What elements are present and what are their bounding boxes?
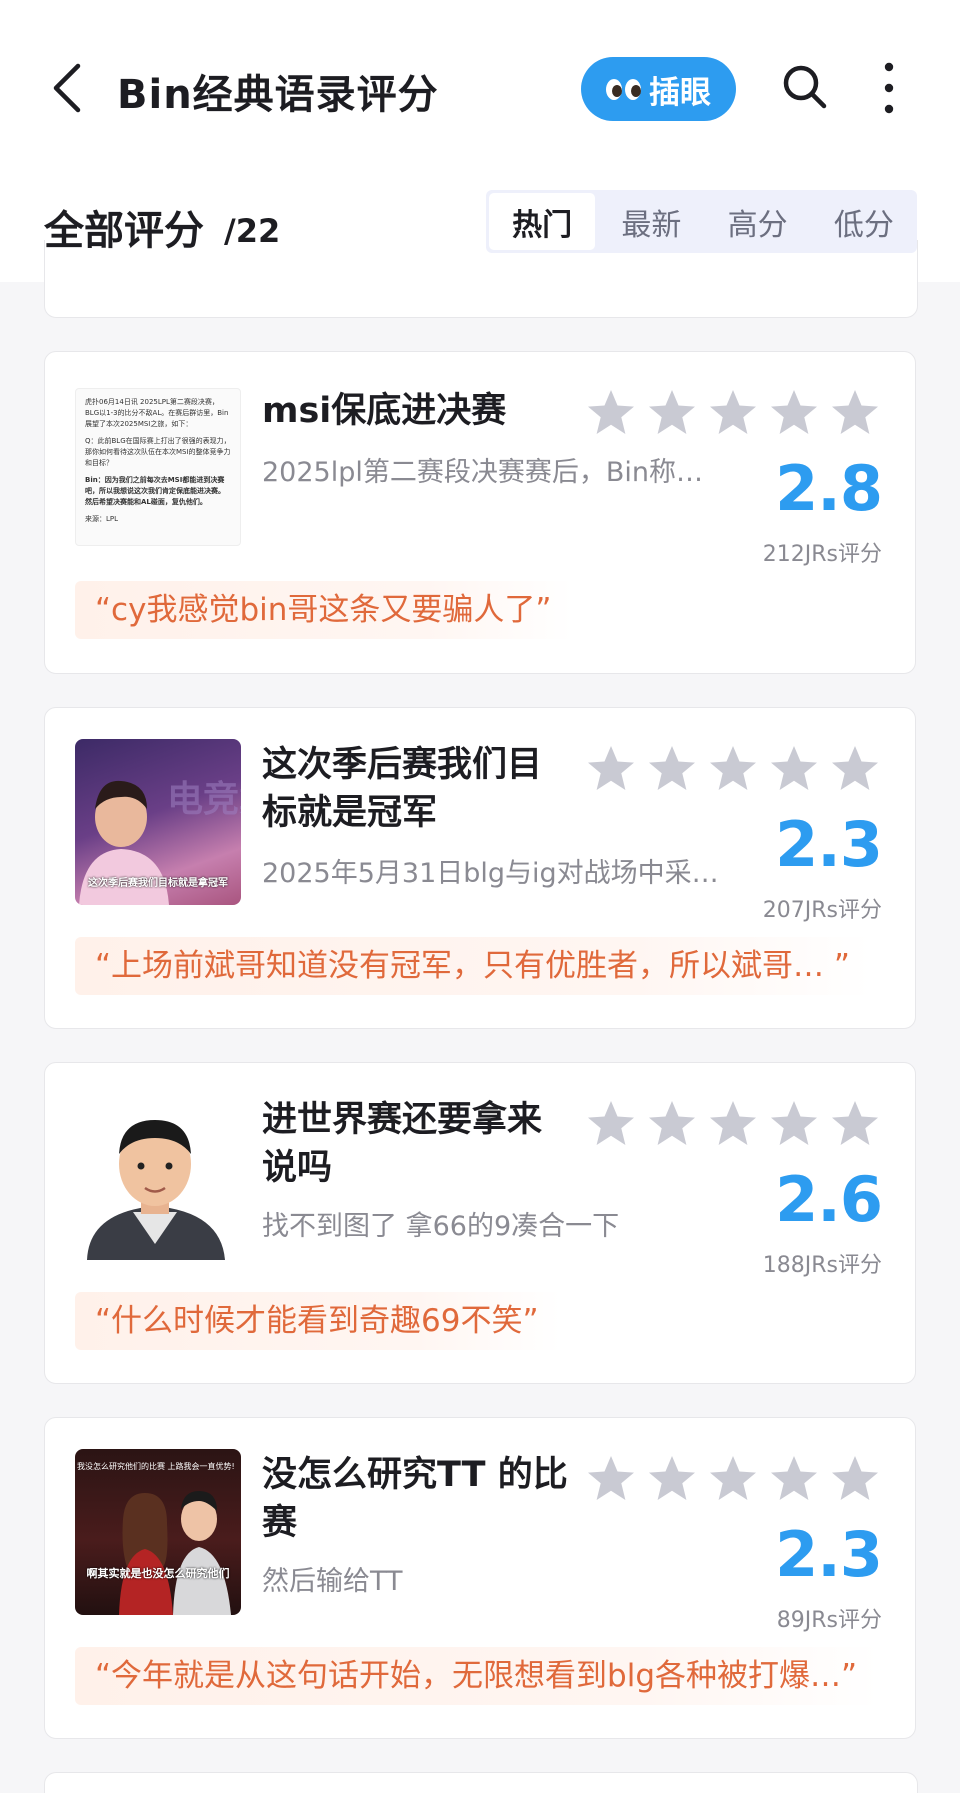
card-thumbnail: 电竞巅 这次季后赛我们目标就是拿冠军 xyxy=(75,739,241,905)
page-title: Bin经典语录评分 xyxy=(117,72,439,118)
interview-photo xyxy=(119,1491,231,1615)
star-icon[interactable] xyxy=(647,1099,697,1149)
top-comment[interactable]: “cy我感觉bin哥这条又要骗人了” xyxy=(75,581,574,639)
average-score: 2.6 xyxy=(775,1163,883,1236)
star-icon[interactable] xyxy=(769,744,819,794)
star-icon[interactable] xyxy=(586,1454,636,1504)
star-icon[interactable] xyxy=(708,1454,758,1504)
card-description: 2025lpl第二赛段决赛赛后，Bin称… xyxy=(262,457,703,488)
card-title: 这次季后赛我们目标就是冠军 xyxy=(262,745,543,833)
top-comment[interactable]: “什么时候才能看到奇趣69不笑” xyxy=(75,1292,561,1350)
peek-button[interactable]: 插眼 xyxy=(581,57,736,121)
quote-card[interactable]: 电竞巅 这次季后赛我们目标就是拿冠军 这次季后赛我们目标就是冠军 2025年5月… xyxy=(44,707,916,1029)
top-bar: Bin经典语录评分 插眼 xyxy=(0,0,960,160)
card-description: 2025年5月31日blg与ig对战场中采… xyxy=(262,858,719,889)
search-icon xyxy=(783,65,827,109)
top-comment[interactable]: “今年就是从这句话开始，无限想看到blg各种被打爆…” xyxy=(75,1647,880,1705)
average-score: 2.3 xyxy=(775,808,883,881)
more-vertical-icon xyxy=(884,62,894,114)
star-icon[interactable] xyxy=(586,388,636,438)
search-button[interactable] xyxy=(780,62,830,112)
quote-card[interactable]: 虎扑06月14日讯 2025LPL第二赛段决赛，BLG以1-3的比分不敌AL。在… xyxy=(44,351,916,674)
card-description: 然后输给TT xyxy=(262,1566,403,1597)
thumb-text-2: Q：此前BLG在国际赛上打出了很强的表现力，那你如何看待这次队伍在本次MSI的整… xyxy=(85,437,231,467)
star-rating[interactable] xyxy=(586,1454,880,1504)
card-description: 找不到图了 拿66的9凑合一下 xyxy=(262,1211,620,1242)
player-photo xyxy=(87,1120,225,1260)
star-icon[interactable] xyxy=(586,1099,636,1149)
top-comment[interactable]: “上场前斌哥知道没有冠军，只有优胜者，所以斌哥… ” xyxy=(75,937,872,995)
rating-count: 212JRs评分 xyxy=(762,542,882,567)
star-icon[interactable] xyxy=(647,388,697,438)
card-title: 进世界赛还要拿来说吗 xyxy=(262,1100,543,1188)
star-icon[interactable] xyxy=(769,388,819,438)
next-card-stub xyxy=(44,1772,918,1793)
rating-total-count: /22 xyxy=(224,212,281,250)
star-icon[interactable] xyxy=(830,744,880,794)
peek-label: 插眼 xyxy=(649,74,711,111)
thumb-text-4: 来源：LPL xyxy=(85,515,119,523)
tab-low-score[interactable]: 低分 xyxy=(811,190,917,253)
thumb-text-3: Bin：因为我们之前每次去MSI都能进到决赛吧，所以我想说这次我们肯定保底能进决… xyxy=(85,476,225,506)
tab-newest[interactable]: 最新 xyxy=(598,190,704,253)
star-icon[interactable] xyxy=(647,1454,697,1504)
section-title: 全部评分 xyxy=(44,208,204,254)
svg-text:电竞巅: 电竞巅 xyxy=(167,779,241,820)
quote-card[interactable]: 进世界赛还要拿来说吗 找不到图了 拿66的9凑合一下 2.6 188JRs评分 … xyxy=(44,1062,916,1384)
card-thumbnail: 虎扑06月14日讯 2025LPL第二赛段决赛，BLG以1-3的比分不敌AL。在… xyxy=(75,388,241,546)
star-icon[interactable] xyxy=(586,744,636,794)
card-thumbnail xyxy=(75,1094,241,1260)
more-button[interactable] xyxy=(874,60,904,116)
thumb-caption: 啊其实就是也没怎么研究他们 xyxy=(86,1567,230,1580)
star-rating[interactable] xyxy=(586,388,880,438)
star-rating[interactable] xyxy=(586,1099,880,1149)
star-icon[interactable] xyxy=(708,744,758,794)
thumb-top-text: 我没怎么研究他们的比赛 上路我会一直优势! xyxy=(77,1462,235,1471)
star-icon[interactable] xyxy=(830,1454,880,1504)
eyes-icon xyxy=(606,78,641,100)
average-score: 2.8 xyxy=(775,452,883,525)
card-thumbnail: 我没怎么研究他们的比赛 上路我会一直优势! 啊其实就是也没怎么研究他们 xyxy=(75,1449,241,1615)
tab-hot[interactable]: 热门 xyxy=(489,193,596,250)
star-icon[interactable] xyxy=(830,1099,880,1149)
tab-high-score[interactable]: 高分 xyxy=(705,190,811,253)
star-icon[interactable] xyxy=(708,1099,758,1149)
star-icon[interactable] xyxy=(769,1099,819,1149)
chevron-left-icon xyxy=(53,63,81,113)
average-score: 2.3 xyxy=(775,1518,883,1591)
thumb-text-1: 虎扑06月14日讯 2025LPL第二赛段决赛，BLG以1-3的比分不敌AL。在… xyxy=(85,398,229,428)
star-rating[interactable] xyxy=(586,744,880,794)
rating-count: 207JRs评分 xyxy=(762,898,882,923)
quote-card[interactable]: 我没怎么研究他们的比赛 上路我会一直优势! 啊其实就是也没怎么研究他们 没怎么研… xyxy=(44,1417,916,1739)
star-icon[interactable] xyxy=(830,388,880,438)
rating-count: 89JRs评分 xyxy=(776,1608,882,1633)
card-title: msi保底进决赛 xyxy=(262,391,507,431)
card-title: 没怎么研究TT 的比赛 xyxy=(262,1455,568,1543)
star-icon[interactable] xyxy=(647,744,697,794)
back-button[interactable] xyxy=(46,58,96,118)
star-icon[interactable] xyxy=(769,1454,819,1504)
rating-count: 188JRs评分 xyxy=(762,1253,882,1278)
sort-tabs: 热门 最新 高分 低分 xyxy=(486,190,917,253)
star-icon[interactable] xyxy=(708,388,758,438)
thumb-caption: 这次季后赛我们目标就是拿冠军 xyxy=(88,878,228,889)
